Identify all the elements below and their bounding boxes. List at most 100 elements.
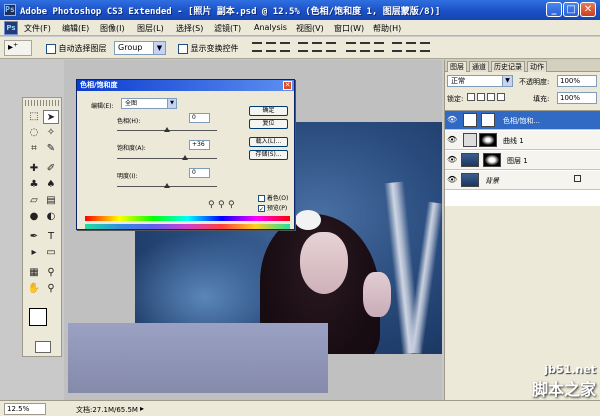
status-menu-arrow-icon[interactable]: ▸ [140,404,144,413]
lock-transparent-icon[interactable] [467,93,475,101]
distribute-left-icon[interactable] [392,42,402,52]
menu-file[interactable]: 文件(F) [24,23,51,34]
lasso-tool-icon[interactable]: ◌ [26,126,42,140]
visibility-eye-icon[interactable]: 👁 [447,135,457,145]
foreground-color-swatch[interactable] [29,308,47,326]
eyedropper-minus-icon[interactable]: ⚲ [228,200,238,210]
menu-image[interactable]: 图像(I) [100,23,125,34]
saturation-slider-thumb[interactable] [182,155,188,160]
align-right-icon[interactable] [326,42,336,52]
path-selection-tool-icon[interactable]: ▸ [26,246,42,260]
save-button[interactable]: 存储(S)... [249,150,288,160]
lock-pixels-icon[interactable] [477,93,485,101]
dialog-close-icon[interactable]: ✕ [283,81,292,90]
saturation-input[interactable]: +36 [189,140,210,150]
clone-stamp-tool-icon[interactable]: ♣ [26,178,42,192]
pen-tool-icon[interactable]: ✒ [26,230,42,244]
tab-actions[interactable]: 动作 [527,61,547,72]
magic-wand-tool-icon[interactable]: ✧ [43,126,59,140]
align-top-icon[interactable] [252,42,262,52]
align-bottom-icon[interactable] [280,42,290,52]
auto-select-dropdown[interactable]: Group ▼ [114,41,166,55]
distribute-bottom-icon[interactable] [374,42,384,52]
distribute-top-icon[interactable] [346,42,356,52]
visibility-eye-icon[interactable]: 👁 [447,175,457,185]
menu-layer[interactable]: 图层(L) [137,23,164,34]
mask-thumbnail[interactable] [483,153,501,167]
eyedropper-plus-icon[interactable]: ⚲ [218,200,228,210]
colorize-checkbox[interactable] [258,195,265,202]
blend-mode-dropdown[interactable]: 正常 ▼ [447,75,513,87]
notes-tool-icon[interactable]: ▦ [26,266,42,280]
lightness-input[interactable]: 0 [189,168,210,178]
mask-thumbnail[interactable] [479,133,497,147]
show-transform-option[interactable]: 显示变换控件 [178,43,239,54]
healing-brush-tool-icon[interactable]: ✚ [26,162,42,176]
align-left-icon[interactable] [298,42,308,52]
distribute-right-icon[interactable] [420,42,430,52]
colorize-option[interactable]: 着色(O) [258,193,288,202]
zoom-input[interactable]: 12.5% [4,403,46,415]
dodge-tool-icon[interactable]: ◐ [43,210,59,224]
align-hcenter-icon[interactable] [312,42,322,52]
preview-option[interactable]: ✓ 预览(P) [258,203,287,213]
menu-edit[interactable]: 编辑(E) [62,23,89,34]
visibility-eye-icon[interactable]: 👁 [447,115,457,125]
edit-dropdown[interactable]: 全图 ▼ [121,98,177,109]
load-button[interactable]: 载入(L)... [249,137,288,147]
distribute-vcenter-icon[interactable] [360,42,370,52]
visibility-eye-icon[interactable]: 👁 [447,155,457,165]
lock-position-icon[interactable] [487,93,495,101]
menu-help[interactable]: 帮助(H) [373,23,401,34]
history-brush-tool-icon[interactable]: ♠ [43,178,59,192]
hue-slider-thumb[interactable] [164,127,170,132]
toolbox-grip[interactable] [25,100,59,106]
hue-input[interactable]: 0 [189,113,210,123]
menu-window[interactable]: 窗口(W) [334,23,364,34]
type-tool-icon[interactable]: T [43,230,59,244]
layer-row-hue-saturation[interactable]: 👁 色相/饱和... [445,111,600,130]
crop-tool-icon[interactable]: ⌗ [26,142,42,156]
ok-button[interactable]: 确定 [249,106,288,116]
minimize-button[interactable]: _ [546,2,562,17]
opacity-input[interactable]: 100% [557,75,597,87]
saturation-slider[interactable] [117,158,217,159]
lightness-slider-thumb[interactable] [164,183,170,188]
menu-select[interactable]: 选择(S) [176,23,203,34]
eraser-tool-icon[interactable]: ▱ [26,194,42,208]
mask-thumbnail[interactable] [481,113,495,127]
preview-checkbox[interactable]: ✓ [258,205,265,213]
hand-tool-icon[interactable]: ✋ [26,282,42,296]
color-swatches[interactable] [29,308,57,336]
move-tool-icon[interactable]: ➤ [43,110,59,124]
zoom-tool-icon[interactable]: ⚲ [43,282,59,296]
tool-preset-picker[interactable]: ▸⁺ [4,40,32,56]
layer-row-curves[interactable]: 👁 曲线 1 [445,131,600,150]
eyedropper-icon[interactable]: ⚲ [208,200,218,210]
close-button[interactable]: ✕ [580,2,596,17]
tab-channels[interactable]: 通道 [469,61,489,72]
blur-tool-icon[interactable]: ● [26,210,42,224]
ps-logo-icon[interactable]: Ps [4,21,18,35]
tab-layers[interactable]: 图层 [447,61,467,72]
distribute-hcenter-icon[interactable] [406,42,416,52]
layer-row-background[interactable]: 👁 背景 [445,171,600,190]
document-info[interactable]: 文档:27.1M/65.5M [76,405,138,415]
tab-history[interactable]: 历史记录 [491,61,525,72]
marquee-tool-icon[interactable]: ⬚ [26,110,42,124]
shape-tool-icon[interactable]: ▭ [43,246,59,260]
auto-select-option[interactable]: 自动选择图层 [46,43,107,54]
menu-analysis[interactable]: Analysis [254,23,287,32]
fill-input[interactable]: 100% [557,92,597,104]
brush-tool-icon[interactable]: ✐ [43,162,59,176]
layer-row-layer-1[interactable]: 👁 图层 1 [445,151,600,170]
lock-all-icon[interactable] [497,93,505,101]
auto-select-checkbox[interactable] [46,43,56,54]
quick-mask-icon[interactable] [35,341,51,353]
maximize-button[interactable]: □ [563,2,579,17]
align-vcenter-icon[interactable] [266,42,276,52]
show-transform-checkbox[interactable] [178,43,188,54]
menu-filter[interactable]: 滤镜(T) [214,23,241,34]
menu-view[interactable]: 视图(V) [296,23,324,34]
eyedropper-tool-icon[interactable]: ⚲ [43,266,59,280]
